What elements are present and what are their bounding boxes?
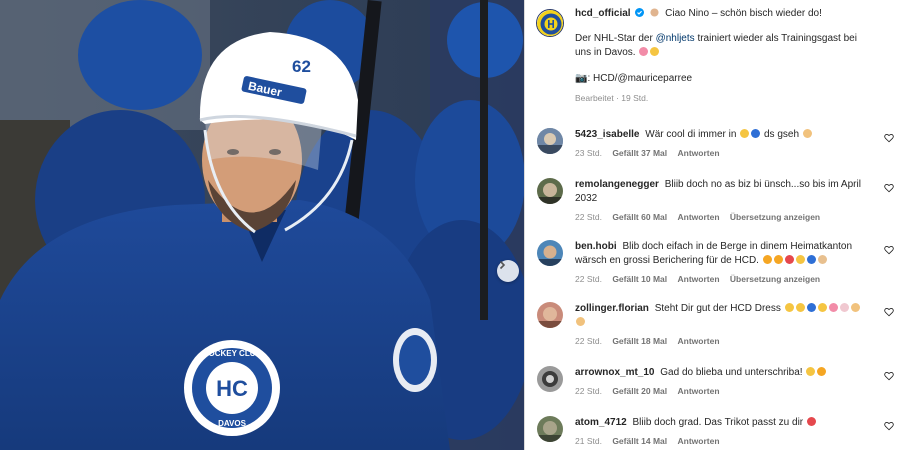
reply-button[interactable]: Antworten <box>678 212 720 222</box>
avatar-image <box>537 240 563 266</box>
caption-meta: Bearbeitet · 19 Std. <box>575 93 649 103</box>
emoji-icon <box>817 367 827 376</box>
hcd-logo-icon <box>537 10 563 36</box>
verified-badge-icon <box>634 8 644 17</box>
comment-text: Gad do blieba und unterschriba! <box>660 367 803 378</box>
translate-button[interactable]: Übersetzung anzeigen <box>730 274 820 284</box>
comment-username[interactable]: 5423_isabelle <box>575 129 640 140</box>
comment-time: 23 Std. <box>575 148 602 158</box>
comment-username[interactable]: remolangenegger <box>575 179 659 190</box>
comments-panel[interactable]: hcd_official Ciao Nino – schön bisch wie… <box>525 0 900 450</box>
comment-username[interactable]: atom_4712 <box>575 417 627 428</box>
caption-line-2: Der NHL-Star der @nhljets trainiert wied… <box>575 32 864 60</box>
caption-credit: 📷: HCD/@mauriceparree <box>575 73 693 84</box>
emoji-icon <box>839 303 849 312</box>
helmet-number: 62 <box>292 57 311 76</box>
avatar-image <box>537 302 563 328</box>
commenter-avatar[interactable] <box>537 416 563 442</box>
flex-emoji-icon <box>784 303 794 312</box>
heart-outline-icon[interactable] <box>884 307 894 317</box>
comment-time: 22 Std. <box>575 386 602 396</box>
comment-time: 22 Std. <box>575 212 602 222</box>
crest-monogram: HC <box>216 376 248 401</box>
comment-item: remolangenegger Bliib doch no as biz bi … <box>525 178 900 240</box>
heart-outline-icon[interactable] <box>884 421 894 431</box>
hockey-emoji-icon <box>639 47 649 56</box>
heart-outline-icon[interactable] <box>884 245 894 255</box>
yellow-heart-emoji-icon <box>795 255 805 264</box>
crest-text-bottom: DAVOS <box>218 419 247 428</box>
hockey-emoji-icon <box>828 303 838 312</box>
crest-text-top: HOCKEY CLUB <box>203 349 262 358</box>
comment-likes[interactable]: Gefällt 14 Mal <box>612 436 667 446</box>
avatar-image <box>537 128 563 154</box>
comment-item: atom_4712 Bliib doch grad. Das Trikot pa… <box>525 416 900 450</box>
account-username[interactable]: hcd_official <box>575 8 631 19</box>
comment-item: 5423_isabelle Wär cool di immer in ds gs… <box>525 128 900 178</box>
emoji-icon <box>773 255 783 264</box>
comment-text: Wär cool di immer in <box>645 129 737 140</box>
reply-button[interactable]: Antworten <box>678 336 720 346</box>
thumbs-emoji-icon <box>850 303 860 312</box>
thumbs-emoji-icon <box>576 317 585 326</box>
flex-emoji-icon <box>795 303 805 312</box>
comment-time: 21 Std. <box>575 436 602 446</box>
flex-emoji-icon <box>650 47 660 56</box>
yellow-heart-emoji-icon <box>740 129 750 138</box>
caption-greeting: Ciao Nino – schön bisch wieder do! <box>665 8 822 19</box>
comment-likes[interactable]: Gefällt 20 Mal <box>612 386 667 396</box>
comment-text: Steht Dir gut der HCD Dress <box>654 303 781 314</box>
comment-username[interactable]: ben.hobi <box>575 241 617 252</box>
yellow-heart-emoji-icon <box>817 303 827 312</box>
heart-outline-icon[interactable] <box>884 133 894 143</box>
pray-emoji-icon <box>817 255 827 264</box>
comment-username[interactable]: arrownox_mt_10 <box>575 367 654 378</box>
hockey-player-image: Bauer 62 HC HOCKEY CLUB DAVOS <box>0 0 524 450</box>
wave-emoji-icon <box>650 8 659 17</box>
carousel-next-button[interactable] <box>497 260 519 282</box>
comment-likes[interactable]: Gefällt 18 Mal <box>612 336 667 346</box>
heart-outline-icon[interactable] <box>884 183 894 193</box>
heart-outline-icon[interactable] <box>884 371 894 381</box>
reply-button[interactable]: Antworten <box>678 436 720 446</box>
reply-button[interactable]: Antworten <box>678 148 720 158</box>
caption-line-1: hcd_official Ciao Nino – schön bisch wie… <box>575 7 864 21</box>
comment-likes[interactable]: Gefällt 60 Mal <box>612 212 667 222</box>
caption-text-a: Der NHL-Star der <box>575 33 653 44</box>
comment-time: 22 Std. <box>575 274 602 284</box>
post-caption: hcd_official Ciao Nino – schön bisch wie… <box>525 7 900 119</box>
chevron-right-icon <box>499 260 506 270</box>
reply-button[interactable]: Antworten <box>678 274 720 284</box>
avatar-image <box>537 366 563 392</box>
comment-text: Bliib doch grad. Das Trikot passt zu dir <box>632 417 804 428</box>
comment-text-after: ds gseh <box>763 129 800 140</box>
comment-username[interactable]: zollinger.florian <box>575 303 649 314</box>
translate-button[interactable]: Übersetzung anzeigen <box>730 212 820 222</box>
comment-time: 22 Std. <box>575 336 602 346</box>
blue-heart-emoji-icon <box>751 129 761 138</box>
commenter-avatar[interactable] <box>537 178 563 204</box>
account-avatar[interactable] <box>536 9 564 37</box>
avatar-image <box>537 178 563 204</box>
avatar-image <box>537 416 563 442</box>
clap-emoji-icon <box>802 129 812 138</box>
reply-button[interactable]: Antworten <box>678 386 720 396</box>
comment-item: ben.hobi Blib doch eifach in de Berge in… <box>525 240 900 302</box>
mention-link[interactable]: @nhljets <box>656 33 695 44</box>
heart-eyes-emoji-icon <box>806 417 816 426</box>
commenter-avatar[interactable] <box>537 366 563 392</box>
comment-item: zollinger.florian Steht Dir gut der HCD … <box>525 302 900 366</box>
comment-likes[interactable]: Gefällt 37 Mal <box>612 148 667 158</box>
blue-heart-emoji-icon <box>806 303 816 312</box>
commenter-avatar[interactable] <box>537 302 563 328</box>
commenter-avatar[interactable] <box>537 128 563 154</box>
comment-likes[interactable]: Gefällt 10 Mal <box>612 274 667 284</box>
blue-heart-emoji-icon <box>806 255 816 264</box>
emoji-icon <box>762 255 772 264</box>
comment-item: arrownox_mt_10 Gad do blieba und untersc… <box>525 366 900 416</box>
post-photo[interactable]: Bauer 62 HC HOCKEY CLUB DAVOS <box>0 0 524 450</box>
red-heart-emoji-icon <box>784 255 794 264</box>
commenter-avatar[interactable] <box>537 240 563 266</box>
flex-emoji-icon <box>806 367 816 376</box>
